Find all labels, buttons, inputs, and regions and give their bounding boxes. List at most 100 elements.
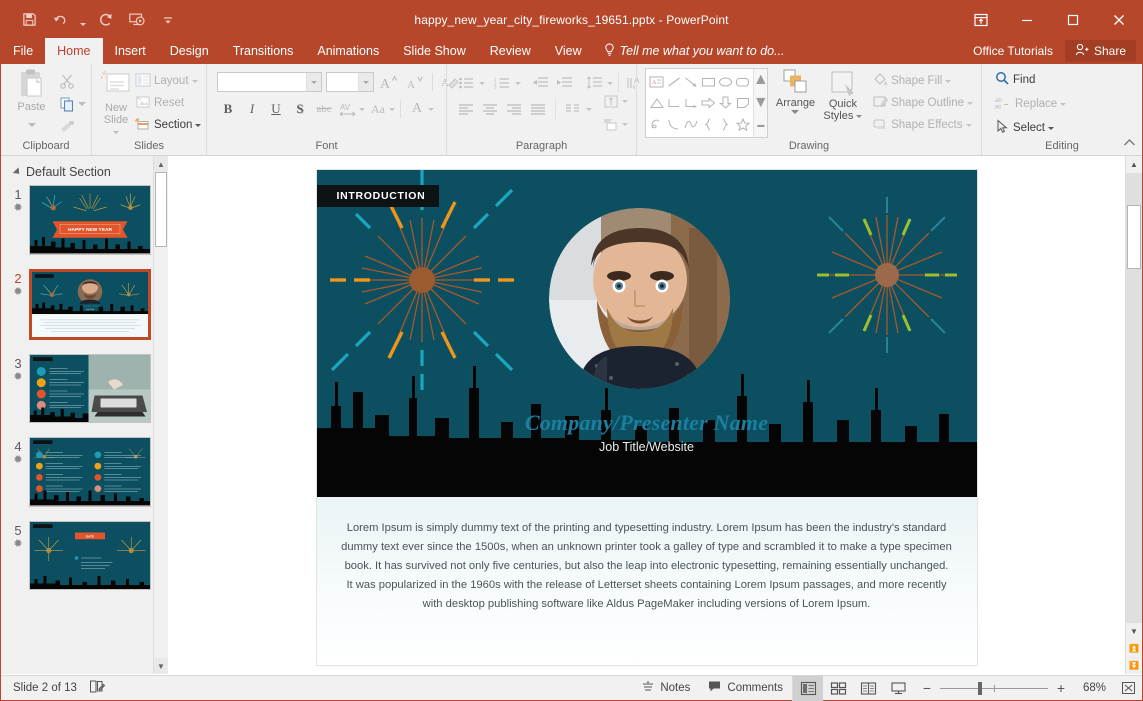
- shape-fill-button[interactable]: Shape Fill: [869, 70, 976, 92]
- tab-home[interactable]: Home: [45, 38, 102, 64]
- strikethrough-icon[interactable]: abc: [313, 98, 335, 120]
- tab-slide-show[interactable]: Slide Show: [391, 38, 478, 64]
- slide-sorter-view-button[interactable]: [823, 676, 853, 701]
- shapes-gallery[interactable]: A: [645, 68, 768, 138]
- slide-title[interactable]: Company/Presenter Name: [317, 410, 977, 436]
- animation-star-icon[interactable]: ✹: [13, 286, 22, 299]
- arrange-button[interactable]: Arrange: [774, 68, 816, 114]
- zoom-slider-handle[interactable]: [978, 682, 982, 695]
- character-spacing-icon[interactable]: AV: [337, 98, 359, 120]
- accessibility-checker-icon[interactable]: [89, 679, 105, 697]
- shape-arc-icon[interactable]: [665, 114, 682, 135]
- justify-icon[interactable]: [527, 98, 549, 120]
- format-painter-icon[interactable]: [56, 116, 78, 138]
- zoom-slider[interactable]: [940, 688, 1048, 689]
- shape-right-brace-icon[interactable]: [717, 114, 734, 135]
- scroll-down-icon[interactable]: ▼: [1126, 623, 1142, 640]
- slide-subtitle[interactable]: Job Title/Website: [317, 440, 977, 454]
- shape-elbow-connector-icon[interactable]: [665, 92, 682, 113]
- shapes-gallery-scrollbar[interactable]: ▲ ▼ ▬: [753, 69, 767, 137]
- animation-star-icon[interactable]: ✹: [13, 371, 22, 384]
- thumbnail-scrollbar[interactable]: ▲ ▼: [153, 156, 168, 674]
- thumbnail-frame[interactable]: Presenter Name Job Title: [29, 269, 151, 340]
- shape-scribble-icon[interactable]: [648, 114, 665, 135]
- thumbnail-slide-2[interactable]: 2 ✹: [1, 269, 168, 340]
- font-name-input[interactable]: [217, 72, 322, 92]
- italic-icon[interactable]: I: [241, 98, 263, 120]
- tab-transitions[interactable]: Transitions: [221, 38, 306, 64]
- tab-animations[interactable]: Animations: [305, 38, 391, 64]
- bold-icon[interactable]: B: [217, 98, 239, 120]
- convert-to-smartart-icon[interactable]: [600, 113, 622, 135]
- next-slide-icon[interactable]: ⏬: [1126, 657, 1142, 674]
- numbering-icon[interactable]: 123: [491, 72, 513, 94]
- shapes-scroll-down-icon[interactable]: ▼: [754, 92, 767, 115]
- reading-view-button[interactable]: [853, 676, 883, 701]
- customize-qat-icon[interactable]: [154, 7, 182, 33]
- tab-design[interactable]: Design: [158, 38, 221, 64]
- thumbnail-frame[interactable]: [29, 437, 151, 507]
- tell-me-box[interactable]: Tell me what you want to do...: [594, 38, 795, 64]
- undo-icon[interactable]: [46, 7, 74, 33]
- ribbon-display-options-icon[interactable]: [958, 1, 1004, 38]
- select-button[interactable]: Select: [992, 117, 1057, 139]
- shape-curve-icon[interactable]: [682, 114, 699, 135]
- columns-icon[interactable]: [562, 98, 584, 120]
- thumbnail-scroll-down-icon[interactable]: ▼: [154, 658, 168, 674]
- thumbnail-slide-3[interactable]: 3 ✹: [1, 354, 168, 424]
- thumbnail-frame[interactable]: [29, 354, 151, 424]
- save-icon[interactable]: [15, 7, 43, 33]
- slide-vertical-scrollbar[interactable]: ▲ ▼ ⏫ ⏬: [1125, 156, 1142, 674]
- tab-file[interactable]: File: [1, 38, 45, 64]
- shape-rounded-rectangle-icon[interactable]: [734, 71, 751, 92]
- shapes-more-icon[interactable]: ▬: [754, 114, 767, 137]
- start-presentation-icon[interactable]: [123, 7, 151, 33]
- shape-rectangle-icon[interactable]: [700, 71, 717, 92]
- redo-icon[interactable]: [92, 7, 120, 33]
- zoom-level-label[interactable]: 68%: [1074, 682, 1106, 694]
- font-name-dropdown-icon[interactable]: [306, 73, 321, 91]
- collapse-ribbon-icon[interactable]: [1123, 135, 1136, 153]
- animation-star-icon[interactable]: ✹: [13, 202, 22, 215]
- comments-button[interactable]: Comments: [699, 676, 792, 701]
- animation-star-icon[interactable]: ✹: [13, 454, 22, 467]
- shape-effects-button[interactable]: Shape Effects: [869, 114, 976, 136]
- zoom-in-button[interactable]: +: [1055, 680, 1067, 696]
- section-collapse-icon[interactable]: [13, 167, 22, 176]
- change-case-icon[interactable]: Aa: [367, 98, 389, 120]
- shape-textbox-icon[interactable]: A: [648, 71, 665, 92]
- close-icon[interactable]: [1096, 1, 1142, 38]
- zoom-out-button[interactable]: −: [921, 680, 933, 696]
- copy-icon[interactable]: [56, 93, 78, 115]
- thumbnail-frame[interactable]: HAPPY NEW YEAR: [29, 185, 151, 255]
- zoom-control[interactable]: − + 68%: [913, 680, 1114, 696]
- tab-review[interactable]: Review: [478, 38, 543, 64]
- thumbnail-slide-4[interactable]: 4 ✹: [1, 437, 168, 507]
- thumbnail-scroll-up-icon[interactable]: ▲: [154, 156, 168, 172]
- thumbnail-frame[interactable]: DATE: [29, 521, 151, 591]
- layout-button[interactable]: Layout: [132, 70, 204, 92]
- slide-show-button[interactable]: [883, 676, 913, 701]
- increase-font-size-icon[interactable]: A: [378, 71, 400, 93]
- shape-outline-button[interactable]: Shape Outline: [869, 92, 976, 114]
- find-button[interactable]: Find: [992, 69, 1038, 91]
- minimize-icon[interactable]: [1004, 1, 1050, 38]
- paste-button[interactable]: Paste: [7, 68, 56, 132]
- tab-view[interactable]: View: [543, 38, 594, 64]
- bullets-icon[interactable]: [455, 72, 477, 94]
- shape-line-icon[interactable]: [665, 71, 682, 92]
- tab-insert[interactable]: Insert: [103, 38, 158, 64]
- notes-button[interactable]: Notes: [632, 676, 699, 701]
- underline-icon[interactable]: U: [265, 98, 287, 120]
- new-slide-button[interactable]: New Slide: [100, 68, 132, 138]
- slide-body-text[interactable]: Lorem Ipsum is simply dummy text of the …: [341, 519, 953, 614]
- thumbnail-scroll-handle[interactable]: [155, 172, 167, 247]
- decrease-indent-icon[interactable]: [529, 72, 551, 94]
- normal-view-button[interactable]: [793, 676, 823, 701]
- font-color-icon[interactable]: A: [406, 98, 428, 120]
- fit-slide-to-window-button[interactable]: [1114, 676, 1142, 701]
- shape-arrow-icon[interactable]: [682, 71, 699, 92]
- align-right-icon[interactable]: [503, 98, 525, 120]
- shape-oval-icon[interactable]: [717, 71, 734, 92]
- shapes-scroll-up-icon[interactable]: ▲: [754, 69, 767, 92]
